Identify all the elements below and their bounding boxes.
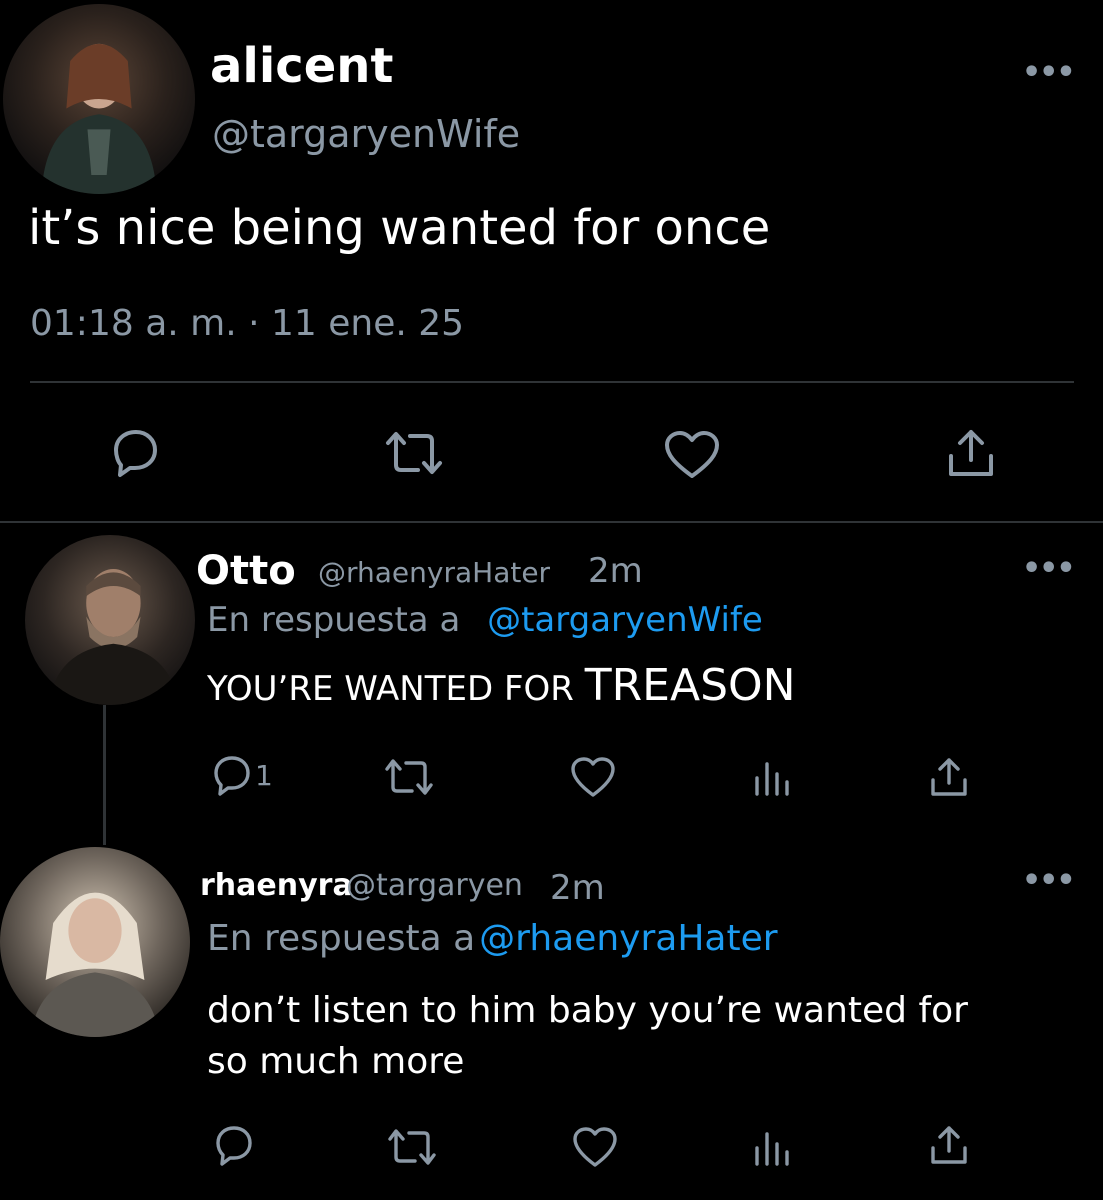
more-icon[interactable]: •••: [1022, 58, 1076, 88]
reply-icon[interactable]: [212, 1124, 256, 1166]
reply-to-line: En respuesta a @targaryenWife: [207, 600, 763, 640]
avatar-otto[interactable]: [25, 535, 195, 705]
heart-icon[interactable]: [570, 756, 616, 798]
reply-time[interactable]: 2m: [588, 551, 643, 591]
avatar-alicent[interactable]: [3, 4, 195, 194]
share-icon[interactable]: [928, 756, 970, 798]
tweet-timestamp[interactable]: 01:18 a. m. · 11 ene. 25: [30, 303, 464, 344]
reply-to-label: En respuesta a: [207, 918, 476, 959]
reply-icon[interactable]: [108, 428, 160, 478]
reply-to-mention[interactable]: @targaryenWife: [487, 600, 763, 640]
heart-icon[interactable]: [664, 430, 720, 480]
reply-display-name[interactable]: rhaenyra: [200, 868, 353, 903]
avatar-rhaenyra[interactable]: [0, 847, 190, 1037]
reply-time[interactable]: 2m: [550, 868, 605, 908]
thread-line: [103, 705, 106, 845]
retweet-icon[interactable]: [383, 758, 435, 796]
reply-text-line: don’t listen to him baby you’re wanted f…: [207, 990, 968, 1031]
reply-text-part: YOU’RE WANTED FOR: [207, 669, 585, 709]
share-icon[interactable]: [946, 428, 996, 478]
retweet-icon[interactable]: [384, 431, 444, 475]
heart-icon[interactable]: [572, 1126, 618, 1168]
views-icon[interactable]: [752, 760, 792, 796]
share-icon[interactable]: [928, 1124, 970, 1166]
more-icon[interactable]: •••: [1022, 554, 1076, 584]
user-handle[interactable]: @targaryenWife: [212, 112, 520, 156]
reply-handle[interactable]: @targaryen: [346, 868, 523, 903]
reply-to-mention[interactable]: @rhaenyraHater: [479, 918, 777, 959]
reply-to-label: En respuesta a: [207, 600, 461, 640]
display-name[interactable]: alicent: [210, 38, 393, 94]
views-icon[interactable]: [752, 1130, 792, 1166]
more-icon[interactable]: •••: [1022, 866, 1076, 896]
divider: [0, 521, 1103, 523]
retweet-icon[interactable]: [386, 1128, 438, 1166]
reply-text: don’t listen to him baby you’re wanted f…: [207, 985, 968, 1087]
reply-text-emphasis: TREASON: [584, 660, 796, 711]
reply-icon[interactable]: [210, 754, 254, 796]
reply-text: YOU’RE WANTED FOR TREASON: [207, 660, 796, 711]
tweet-text: it’s nice being wanted for once: [28, 200, 771, 256]
reply-text-line: so much more: [207, 1041, 465, 1082]
reply-handle[interactable]: @rhaenyraHater: [318, 556, 550, 589]
divider: [30, 381, 1074, 383]
reply-to-line: En respuesta a @rhaenyraHater: [207, 918, 778, 959]
reply-display-name[interactable]: Otto: [196, 548, 296, 594]
reply-count: 1: [255, 759, 273, 792]
